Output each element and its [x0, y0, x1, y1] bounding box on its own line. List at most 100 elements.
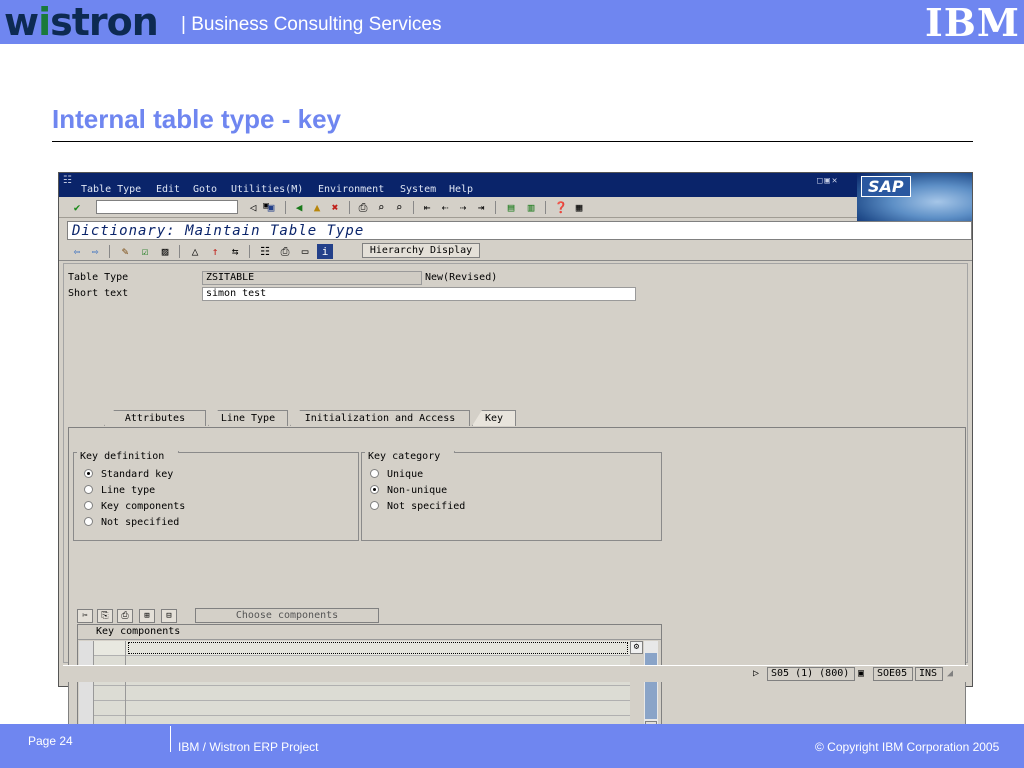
print-object-icon[interactable]: ⎙: [277, 244, 293, 259]
activate-icon[interactable]: ▨: [157, 244, 173, 259]
work-area: Table Type ZSITABLE New(Revised) Short t…: [63, 263, 968, 761]
tab-line-type[interactable]: Line Type: [208, 410, 288, 426]
choose-components-button[interactable]: Choose components: [195, 608, 379, 623]
display-change-icon[interactable]: ✎: [117, 244, 133, 259]
exit-icon[interactable]: ▲: [309, 200, 325, 215]
radio-line-type[interactable]: Line type: [84, 485, 155, 497]
focused-cell[interactable]: [128, 642, 628, 654]
grid-header: Key components: [78, 625, 661, 640]
tab-initialization-and-access[interactable]: Initialization and Access: [290, 410, 470, 426]
project-name: IBM / Wistron ERP Project: [178, 740, 319, 754]
table-row[interactable]: [79, 686, 630, 701]
table-type-status: New(Revised): [425, 272, 498, 283]
radio-unique[interactable]: Unique: [370, 469, 423, 481]
slide-title: Internal table type - key: [52, 104, 341, 134]
key-definition-group: Key definition Standard key Line type Ke…: [73, 452, 359, 541]
system-menu-icon[interactable]: ▣: [858, 668, 864, 679]
layout-menu-icon[interactable]: ▦: [571, 200, 587, 215]
radio-icon[interactable]: [84, 501, 93, 510]
table-type-field[interactable]: ZSITABLE: [202, 271, 422, 285]
status-bar: ▷ S05 (1) (800) ▣ SOE05 INS ◢: [63, 665, 968, 682]
slide-header: wistron | Business Consulting Services I…: [0, 0, 1024, 44]
find-next-icon[interactable]: ⌕: [391, 200, 407, 215]
row-selector[interactable]: [79, 701, 94, 716]
insert-mode-field[interactable]: INS: [915, 667, 943, 681]
radio-non-unique[interactable]: Non-unique: [370, 485, 447, 497]
table-row[interactable]: [79, 641, 630, 656]
radio-icon[interactable]: [84, 517, 93, 526]
menu-utilities[interactable]: Utilities(M): [231, 184, 303, 195]
radio-selected-icon[interactable]: [370, 485, 379, 494]
application-toolbar: ⇦ ⇨ ✎ ☑ ▨ △ ↑ ⇆ ☷ ⎙ ▭ i Hierarchy Displa…: [59, 241, 972, 261]
radio-icon[interactable]: [370, 501, 379, 510]
sap-logo: SAP: [857, 173, 972, 221]
copyright: © Copyright IBM Corporation 2005: [815, 740, 1000, 754]
hierarchy-icon[interactable]: ☷: [257, 244, 273, 259]
back-arrow-icon[interactable]: ◁: [245, 200, 261, 215]
cut-icon[interactable]: ✂: [77, 609, 93, 623]
menu-table-type[interactable]: Table Type: [81, 184, 141, 195]
radio-selected-icon[interactable]: [84, 469, 93, 478]
shortcut-icon[interactable]: ▥: [523, 200, 539, 215]
insert-row-icon[interactable]: ⊞: [139, 609, 155, 623]
resize-grip-icon[interactable]: ◢: [947, 668, 953, 679]
system-info-field: S05 (1) (800): [767, 667, 855, 681]
window-menu-icon[interactable]: ☷: [63, 175, 72, 186]
radio-not-specified-def[interactable]: Not specified: [84, 517, 179, 529]
last-page-icon[interactable]: ⇥: [473, 200, 489, 215]
next-page-icon[interactable]: ⇢: [455, 200, 471, 215]
radio-not-specified-cat[interactable]: Not specified: [370, 501, 465, 513]
screen-title: Dictionary: Maintain Table Type: [72, 223, 365, 239]
other-object-icon[interactable]: △: [187, 244, 203, 259]
print-icon[interactable]: ⎙: [355, 200, 371, 215]
info-icon[interactable]: i: [317, 244, 333, 259]
row-selector[interactable]: [79, 641, 94, 656]
page-number: Page 24: [28, 734, 73, 748]
copy-icon[interactable]: ⎘: [97, 609, 113, 623]
where-used-icon[interactable]: ↑: [207, 244, 223, 259]
menu-system[interactable]: System: [400, 184, 436, 195]
key-definition-title: Key definition: [77, 451, 179, 464]
display-object-icon[interactable]: ▭: [297, 244, 313, 259]
hierarchy-display-button[interactable]: Hierarchy Display: [362, 243, 480, 258]
tab-attributes[interactable]: Attributes: [104, 410, 206, 426]
key-category-title: Key category: [365, 451, 455, 464]
previous-object-icon[interactable]: ⇦: [69, 244, 85, 259]
command-field[interactable]: ▣: [96, 200, 269, 214]
menu-goto[interactable]: Goto: [193, 184, 217, 195]
help-icon[interactable]: ❓: [553, 200, 569, 215]
next-object-icon[interactable]: ⇨: [87, 244, 103, 259]
radio-key-components[interactable]: Key components: [84, 501, 185, 513]
scroll-thumb[interactable]: [645, 653, 657, 719]
menu-edit[interactable]: Edit: [156, 184, 180, 195]
new-session-icon[interactable]: ▤: [503, 200, 519, 215]
save-icon[interactable]: ▣: [263, 200, 279, 215]
find-icon[interactable]: ⌕: [373, 200, 389, 215]
slide-footer: Page 24 IBM / Wistron ERP Project © Copy…: [0, 724, 1024, 768]
key-category-group: Key category Unique Non-unique Not speci…: [361, 452, 662, 541]
object-list-icon[interactable]: ⇆: [227, 244, 243, 259]
window-controls[interactable]: □▣✕: [817, 176, 839, 186]
cancel-icon[interactable]: ✖: [327, 200, 343, 215]
enter-icon[interactable]: ✔: [69, 200, 85, 215]
first-page-icon[interactable]: ⇤: [419, 200, 435, 215]
row-selector[interactable]: [79, 686, 94, 701]
menu-help[interactable]: Help: [449, 184, 473, 195]
status-expand-icon[interactable]: ▷: [753, 668, 759, 679]
radio-icon[interactable]: [370, 469, 379, 478]
server-field: SOE05: [873, 667, 913, 681]
header-subtitle: | Business Consulting Services: [181, 14, 442, 35]
previous-page-icon[interactable]: ⇠: [437, 200, 453, 215]
check-icon[interactable]: ☑: [137, 244, 153, 259]
back-icon[interactable]: ◀: [291, 200, 307, 215]
standard-toolbar: ✔ ▣ ◁ ▣ ◀ ▲ ✖ ⎙ ⌕ ⌕ ⇤ ⇠ ⇢ ⇥ ▤ ▥ ❓ ▦: [59, 197, 857, 218]
tab-key[interactable]: Key: [472, 410, 516, 426]
radio-standard-key[interactable]: Standard key: [84, 469, 173, 481]
table-settings-icon[interactable]: ⚙: [630, 641, 643, 654]
delete-row-icon[interactable]: ⊟: [161, 609, 177, 623]
short-text-field[interactable]: simon test: [202, 287, 636, 301]
radio-icon[interactable]: [84, 485, 93, 494]
menu-environment[interactable]: Environment: [318, 184, 384, 195]
table-row[interactable]: [79, 701, 630, 716]
paste-icon[interactable]: ⎙: [117, 609, 133, 623]
